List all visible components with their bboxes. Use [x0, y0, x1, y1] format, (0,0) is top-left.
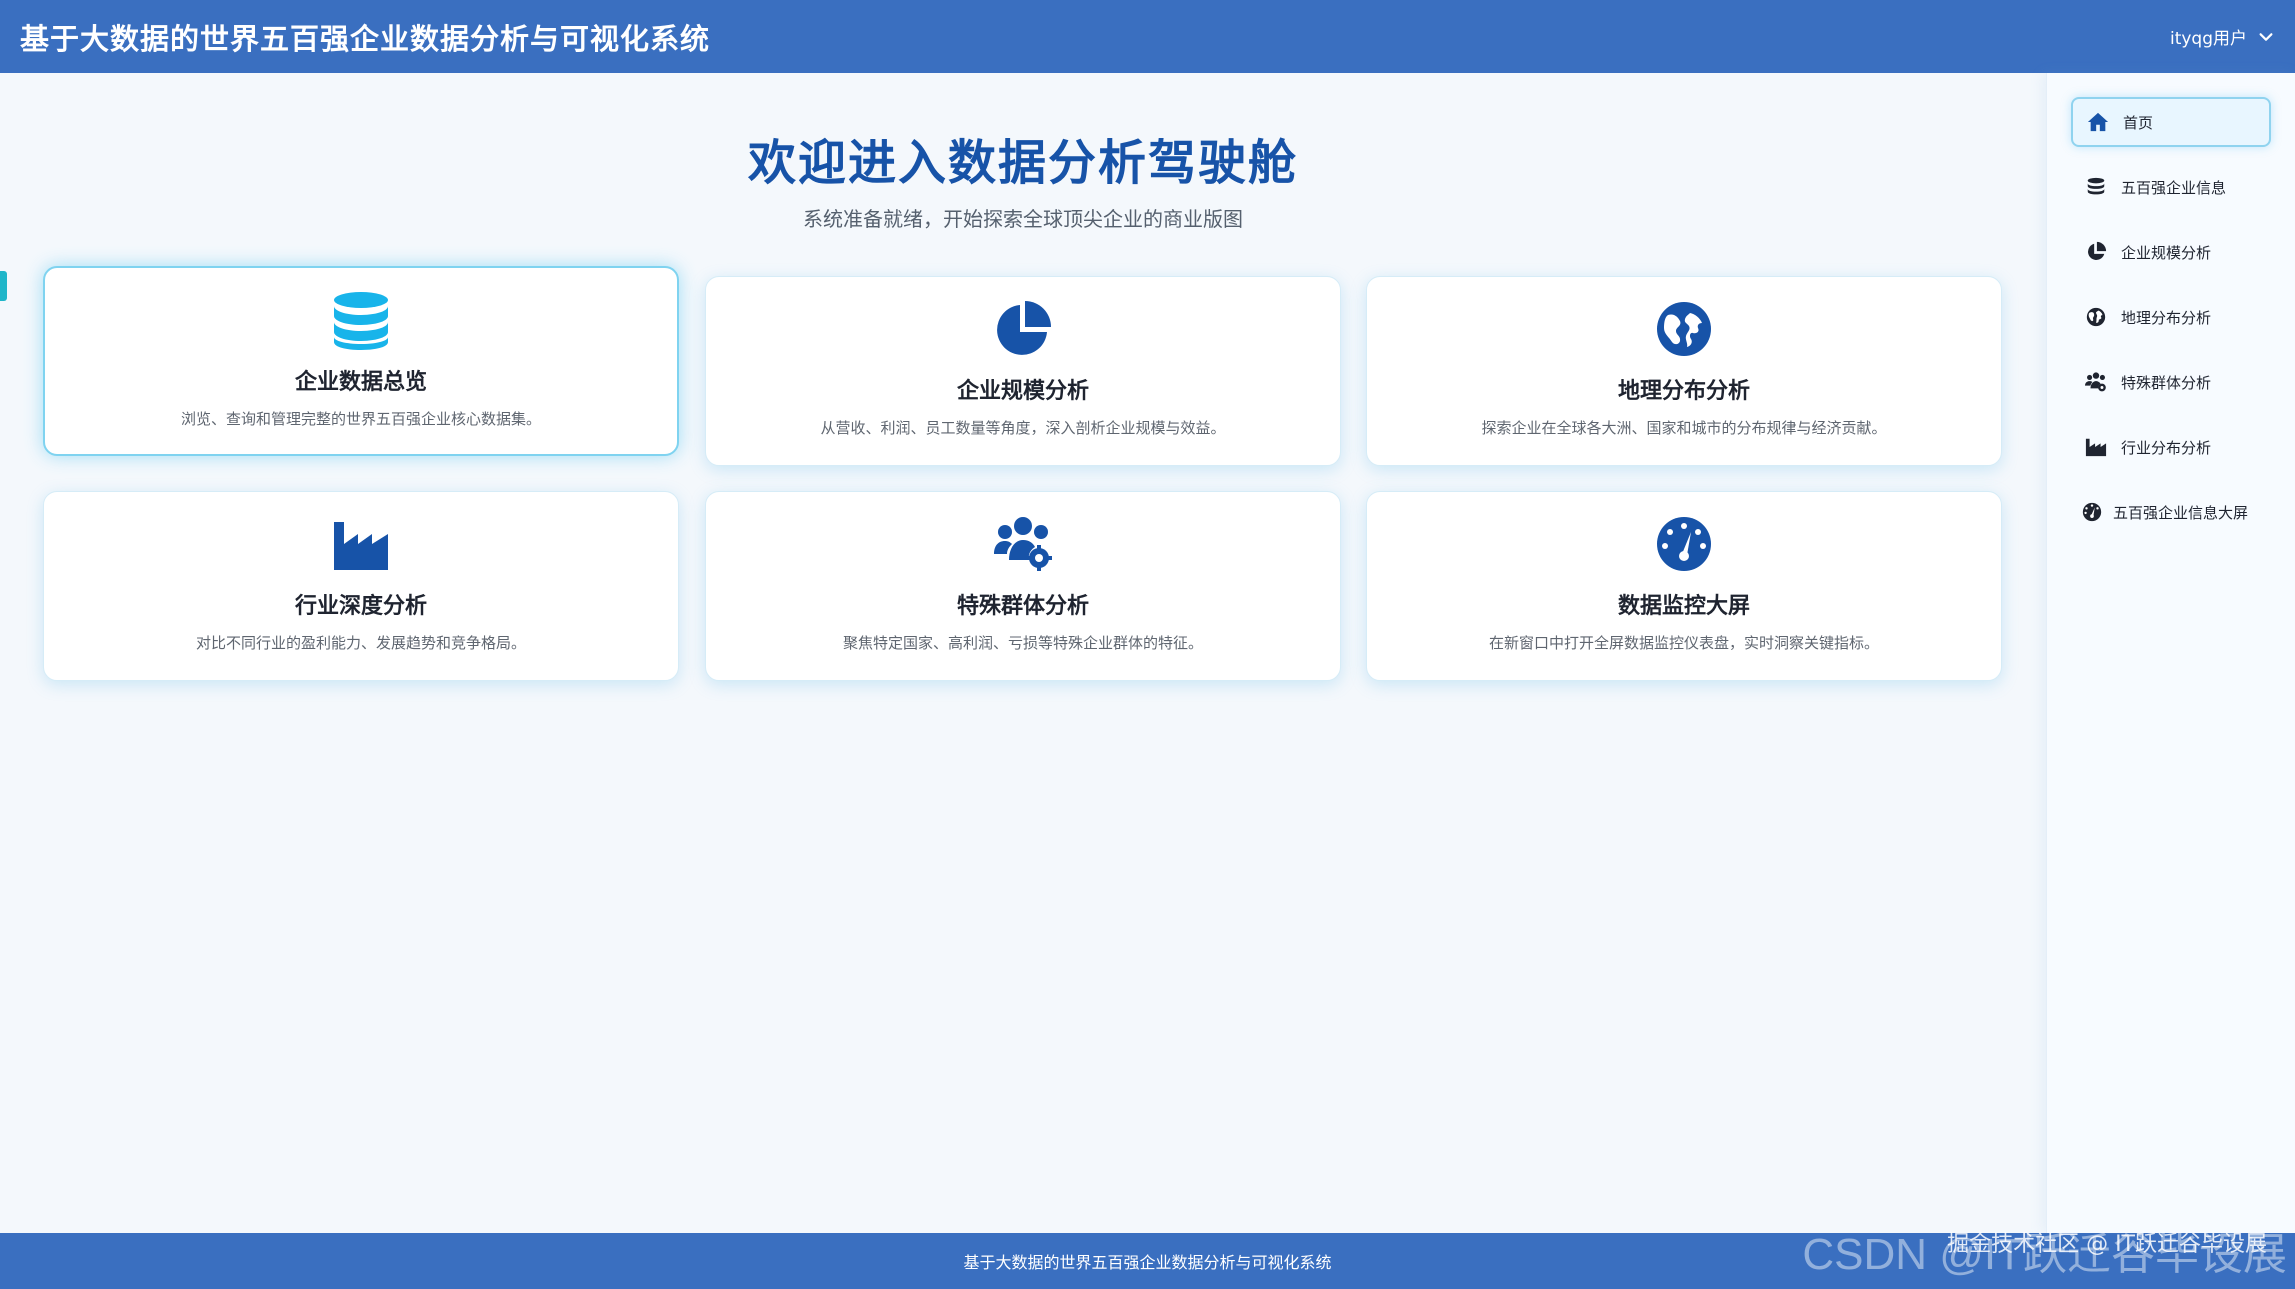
- sidebar-item-label: 特殊群体分析: [2121, 373, 2212, 392]
- card-company-overview[interactable]: 企业数据总览 浏览、查询和管理完整的世界五百强企业核心数据集。: [43, 266, 679, 456]
- factory-icon: [2085, 438, 2107, 457]
- card-title: 企业规模分析: [956, 379, 1089, 404]
- card-company-scale[interactable]: 企业规模分析 从营收、利润、员工数量等角度，深入剖析企业规模与效益。: [705, 276, 1341, 466]
- card-industry-analysis[interactable]: 行业深度分析 对比不同行业的盈利能力、发展趋势和竞争格局。: [43, 491, 679, 681]
- sidebar-nav: 首页 五百强企业信息 企业规模分析 地理分布分析 特殊群体分析 行业分布分析 五…: [2046, 73, 2295, 1233]
- card-title: 特殊群体分析: [956, 594, 1089, 619]
- card-title: 企业数据总览: [294, 370, 427, 395]
- user-menu[interactable]: ityqg用户: [2170, 24, 2275, 49]
- sidebar-item-big-screen[interactable]: 五百强企业信息大屏: [2071, 487, 2281, 537]
- card-special-groups[interactable]: 特殊群体分析 聚焦特定国家、高利润、亏损等特殊企业群体的特征。: [705, 491, 1341, 681]
- card-desc: 在新窗口中打开全屏数据监控仪表盘，实时洞察关键指标。: [1488, 634, 1879, 652]
- chevron-down-icon: [2259, 32, 2273, 41]
- pie-chart-icon: [2088, 241, 2107, 260]
- globe-icon: [1654, 299, 1714, 359]
- sidebar-item-label: 五百强企业信息: [2121, 178, 2227, 197]
- card-monitor-dashboard[interactable]: 数据监控大屏 在新窗口中打开全屏数据监控仪表盘，实时洞察关键指标。: [1366, 491, 2002, 681]
- sidebar-item-label: 五百强企业信息大屏: [2113, 503, 2249, 522]
- card-desc: 探索企业在全球各大洲、国家和城市的分布规律与经济贡献。: [1481, 419, 1887, 437]
- sidebar-item-label: 地理分布分析: [2121, 308, 2212, 327]
- sidebar-item-home[interactable]: 首页: [2071, 97, 2271, 147]
- sidebar-item-special-groups[interactable]: 特殊群体分析: [2071, 357, 2271, 407]
- card-geo-distribution[interactable]: 地理分布分析 探索企业在全球各大洲、国家和城市的分布规律与经济贡献。: [1366, 276, 2002, 466]
- gauge-icon: [1654, 514, 1714, 574]
- sidebar-item-company-info[interactable]: 五百强企业信息: [2071, 162, 2271, 212]
- database-icon: [2087, 177, 2105, 195]
- sidebar-item-label: 行业分布分析: [2121, 438, 2212, 457]
- top-bar: 基于大数据的世界五百强企业数据分析与可视化系统 ityqg用户: [0, 0, 2295, 73]
- sidebar-item-label: 企业规模分析: [2121, 243, 2212, 262]
- card-title: 地理分布分析: [1617, 379, 1750, 404]
- globe-icon: [2086, 307, 2106, 327]
- home-icon: [2087, 112, 2109, 132]
- card-title: 数据监控大屏: [1617, 594, 1750, 619]
- card-desc: 从营收、利润、员工数量等角度，深入剖析企业规模与效益。: [820, 419, 1226, 437]
- users-cog-icon: [2085, 372, 2106, 392]
- user-name: ityqg用户: [2169, 29, 2247, 49]
- pie-chart-icon: [993, 299, 1053, 359]
- main-content: 欢迎进入数据分析驾驶舱 系统准备就绪，开始探索全球顶尖企业的商业版图 企业数据总…: [0, 73, 2046, 1233]
- database-icon: [331, 290, 391, 350]
- footer-text: 基于大数据的世界五百强企业数据分析与可视化系统: [963, 1253, 1332, 1272]
- app-title: 基于大数据的世界五百强企业数据分析与可视化系统: [20, 21, 711, 56]
- factory-icon: [331, 514, 391, 574]
- users-cog-icon: [993, 514, 1053, 574]
- card-desc: 聚焦特定国家、高利润、亏损等特殊企业群体的特征。: [842, 634, 1203, 652]
- sidebar-item-scale[interactable]: 企业规模分析: [2071, 227, 2271, 277]
- card-desc: 浏览、查询和管理完整的世界五百强企业核心数据集。: [180, 410, 541, 428]
- gauge-icon: [2082, 502, 2102, 522]
- sidebar-item-geo[interactable]: 地理分布分析: [2071, 292, 2271, 342]
- sidebar-item-label: 首页: [2123, 113, 2154, 132]
- card-desc: 对比不同行业的盈利能力、发展趋势和竞争格局。: [195, 634, 526, 652]
- watermark-juejin: 掘金技术社区 @ IT跃迁谷毕设展: [1947, 1232, 2267, 1257]
- card-title: 行业深度分析: [294, 594, 427, 619]
- module-cards: 企业数据总览 浏览、查询和管理完整的世界五百强企业核心数据集。 企业规模分析 从…: [0, 73, 2046, 773]
- sidebar-item-industry[interactable]: 行业分布分析: [2071, 422, 2271, 472]
